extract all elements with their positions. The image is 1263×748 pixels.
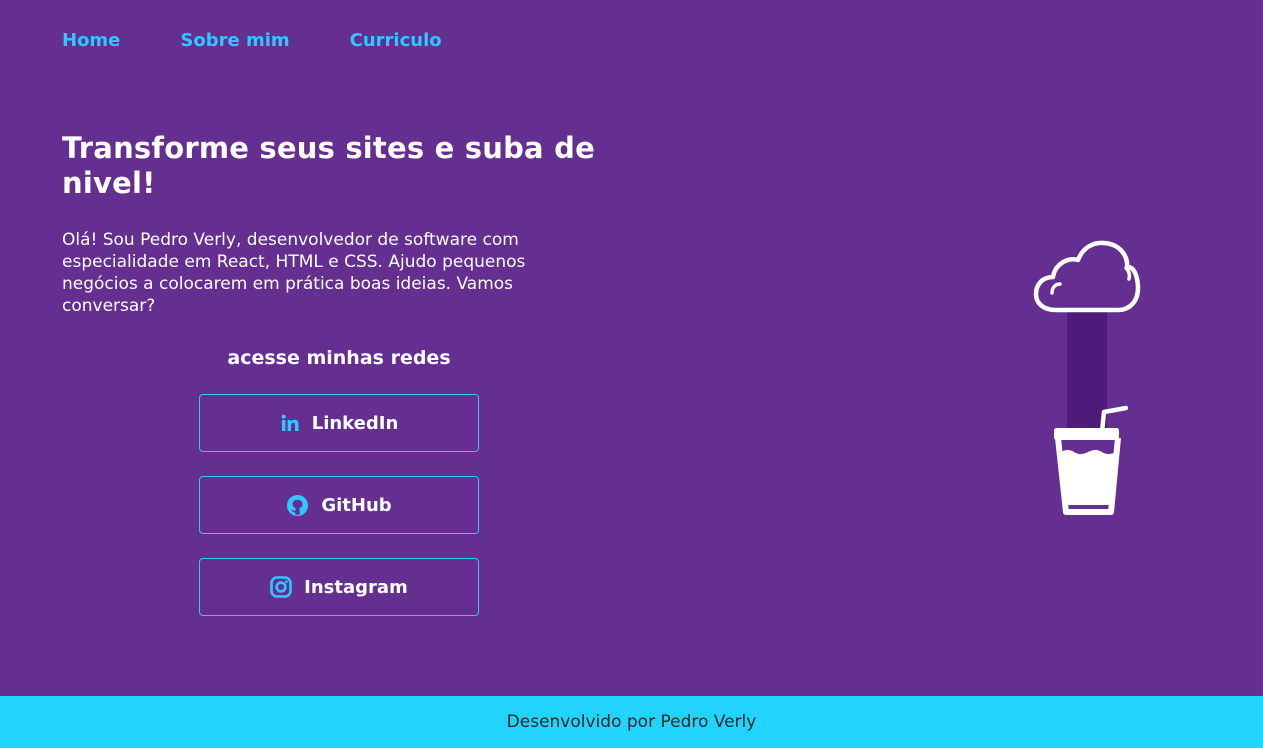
linkedin-label: LinkedIn [311, 412, 399, 434]
hero-headline: Transforme seus sites e suba de nivel! [62, 131, 595, 200]
cloud-drink-icon [1030, 238, 1145, 520]
social-title: acesse minhas redes [227, 347, 451, 369]
hero-intro: Olá! Sou Pedro Verly, desenvolvedor de s… [62, 230, 526, 316]
instagram-label: Instagram [304, 576, 408, 598]
nav-about-link[interactable]: Sobre mim [180, 30, 289, 52]
main-nav: Home Sobre mim Curriculo [62, 30, 442, 52]
nav-home-link[interactable]: Home [62, 30, 120, 52]
linkedin-button[interactable]: LinkedIn [199, 394, 479, 452]
github-label: GitHub [321, 494, 392, 516]
nav-resume-link[interactable]: Curriculo [350, 30, 442, 52]
footer: Desenvolvido por Pedro Verly [0, 696, 1263, 748]
github-button[interactable]: GitHub [199, 476, 479, 534]
linkedin-icon [280, 413, 300, 433]
github-icon [286, 494, 309, 517]
instagram-icon [270, 576, 292, 598]
instagram-button[interactable]: Instagram [199, 558, 479, 616]
footer-credit: Desenvolvido por Pedro Verly [506, 712, 757, 732]
